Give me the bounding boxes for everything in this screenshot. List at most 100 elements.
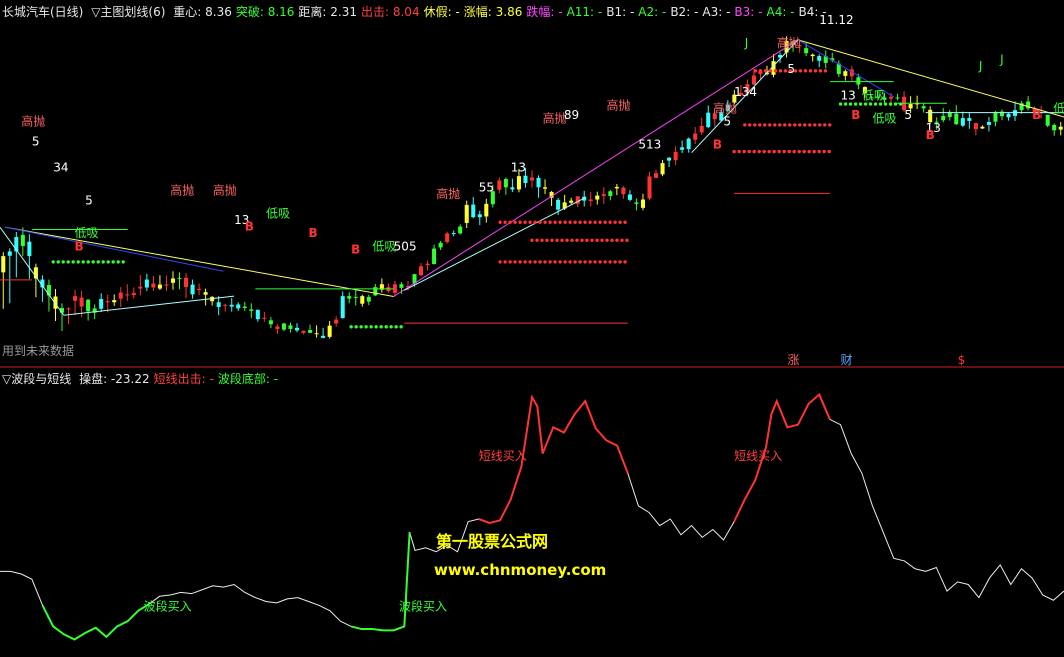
chart-label-28: 5 [787, 62, 795, 76]
candle-body [680, 147, 685, 150]
candle-body [138, 286, 143, 289]
candle-body [536, 177, 541, 188]
level-dot [508, 220, 512, 224]
level-dot [797, 149, 801, 154]
candle-body [99, 299, 104, 309]
candle-body [510, 187, 515, 190]
candle-body [288, 325, 293, 329]
level-dot [76, 260, 80, 264]
level-dot [580, 238, 584, 242]
candle-body [588, 199, 593, 201]
sub-indicator-item-2: 波段底部: - [217, 372, 279, 386]
chart-label-2: 34 [53, 161, 68, 175]
chart-label-5: 5 [85, 193, 93, 207]
candle-body [484, 203, 489, 217]
level-dot [583, 220, 587, 224]
level-dot [583, 260, 587, 264]
level-dot [848, 102, 853, 106]
candle-body [7, 251, 12, 256]
candle-body [497, 180, 502, 190]
dotted-level [530, 238, 629, 242]
chart-label-15: 高抛 [436, 186, 460, 201]
level-dot [394, 325, 398, 329]
candlestick-chart[interactable]: 高抛534低吸B5高抛 高抛13B低吸BB 低吸505高抛 5513高抛89高抛513… [0, 13, 1064, 367]
chart-label-6: 高抛 [170, 183, 194, 198]
chart-label-25: 134 [734, 85, 757, 99]
candle-body [184, 277, 189, 288]
candle-body [595, 195, 600, 200]
candle-body [327, 325, 332, 337]
level-dot [608, 220, 612, 224]
level-dot [817, 149, 821, 154]
dotted-level [743, 123, 832, 127]
buy-label-1: 波段买入 [399, 599, 447, 614]
candle-body [170, 278, 176, 283]
sub-indicator-name[interactable]: ▽波段与短线 [2, 372, 71, 386]
trend-line [5, 226, 224, 272]
chart-label-37: J [978, 59, 983, 73]
dotted-level [732, 149, 831, 154]
candle-body [458, 226, 463, 234]
level-dot [369, 325, 373, 329]
level-dot [106, 260, 110, 264]
level-dot [838, 102, 843, 106]
level-dot [374, 325, 378, 329]
chart-label-10: 低吸 [266, 207, 290, 221]
level-dot [558, 220, 562, 224]
chart-label-16: 55 [479, 180, 494, 194]
level-dot [777, 149, 781, 154]
level-dot [528, 220, 532, 224]
level-dot [843, 102, 848, 106]
level-dot [793, 123, 797, 127]
dotted-level [349, 325, 403, 329]
candle-body [190, 284, 195, 295]
candle-body [131, 292, 136, 296]
candle-body [529, 177, 535, 181]
level-dot [121, 260, 125, 264]
level-dot [538, 260, 542, 264]
candle-body [634, 202, 639, 204]
level-dot [588, 260, 592, 264]
candle-body [627, 194, 632, 200]
level-dot [513, 220, 517, 224]
candle-body [477, 214, 482, 218]
level-dot [548, 220, 552, 224]
level-dot [588, 220, 592, 224]
candle-body [928, 109, 933, 123]
level-dot [56, 260, 60, 264]
candle-body [654, 173, 659, 178]
candle-body [810, 54, 815, 57]
level-dot [620, 238, 624, 242]
chart-label-39: B [1032, 108, 1041, 122]
level-dot [535, 238, 539, 242]
level-dot [595, 238, 599, 242]
candle-body [79, 297, 84, 307]
candle-body [601, 194, 606, 196]
level-dot [623, 220, 627, 224]
candle-body [399, 284, 404, 288]
chart-canvas[interactable]: 高抛534低吸B5高抛 高抛13B低吸BB 低吸505高抛 5513高抛89高抛513… [0, 0, 1064, 657]
level-dot [772, 149, 776, 154]
chart-label-7: 高抛 [213, 183, 237, 198]
candle-body [543, 187, 548, 189]
level-dot [783, 123, 787, 127]
candle-body [249, 309, 254, 311]
candle-body [268, 320, 273, 325]
candle-body [321, 335, 326, 338]
chart-label-17: 13 [511, 161, 526, 175]
level-dot [530, 238, 534, 242]
dotted-level [51, 260, 125, 264]
chart-label-21: 513 [638, 138, 661, 152]
candle-body [144, 279, 149, 288]
level-dot [823, 123, 827, 127]
level-dot [803, 123, 807, 127]
candle-body [177, 278, 182, 280]
band-shortline-chart[interactable]: 波段买入 波段买入 短线买入 短线买入 [0, 392, 1064, 641]
level-dot [593, 260, 597, 264]
chart-label-24: 5 [724, 115, 732, 129]
level-dot [818, 69, 823, 73]
level-dot [560, 238, 564, 242]
level-dot [503, 220, 507, 224]
level-dot [384, 325, 388, 329]
level-dot [528, 260, 532, 264]
